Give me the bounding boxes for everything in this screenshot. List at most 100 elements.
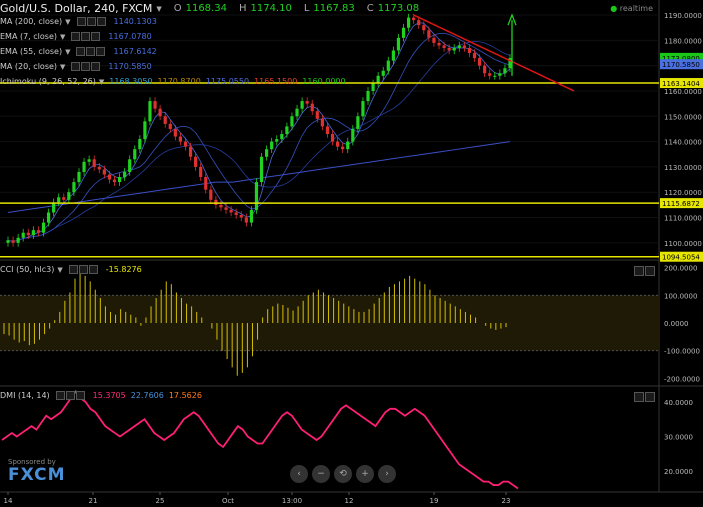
visibility-icon[interactable] xyxy=(71,32,81,41)
cci-y-tick: 0.0000 xyxy=(664,320,689,328)
indicator-buttons xyxy=(68,265,98,274)
indicator-row-ema7[interactable]: EMA (7, close) ▼ 1167.0780 xyxy=(0,32,152,41)
chevron-down-icon[interactable]: ▼ xyxy=(60,33,65,41)
indicator-label: EMA (7, close) xyxy=(0,32,57,41)
candle-body xyxy=(447,47,451,51)
candle-body xyxy=(178,136,183,142)
indicator-value: 1167.0780 xyxy=(108,32,152,41)
settings-icon[interactable] xyxy=(78,265,88,274)
indicator-buttons xyxy=(71,32,101,41)
sponsor-badge[interactable]: Sponsored by FXCM xyxy=(8,458,66,485)
open-value: 1168.34 xyxy=(185,3,227,14)
indicator-label: MA (20, close) xyxy=(0,62,58,71)
dmi-label: DMI (14, 14) xyxy=(0,391,50,400)
cci-y-tick: -200.0000 xyxy=(664,375,700,383)
candle-body xyxy=(117,177,122,183)
reset-icon[interactable]: ⟲ xyxy=(334,465,352,483)
candle-body xyxy=(442,45,446,48)
symbol-title[interactable]: Gold/U.S. Dollar, 240, FXCM xyxy=(0,2,152,15)
indicator-row-ma20[interactable]: MA (20, close) ▼ 1170.5850 xyxy=(0,62,152,71)
close-icon[interactable] xyxy=(88,265,98,274)
price-tag-label: 1170.5850 xyxy=(662,61,700,69)
candle-body xyxy=(138,139,142,150)
realtime-label: realtime xyxy=(619,4,653,13)
candle-body xyxy=(401,27,406,38)
candle-body xyxy=(335,141,340,147)
candle-body xyxy=(417,20,421,26)
candle-body xyxy=(432,37,436,43)
realtime-status: ● realtime xyxy=(610,4,653,13)
candle-body xyxy=(158,108,162,117)
candle-body xyxy=(214,199,218,205)
candle-body xyxy=(194,156,198,167)
close-icon[interactable] xyxy=(91,62,101,71)
chevron-down-icon[interactable]: ▼ xyxy=(99,78,104,86)
zoom-in-icon[interactable]: + xyxy=(356,465,374,483)
settings-icon[interactable] xyxy=(86,17,96,26)
candle-body xyxy=(102,169,106,175)
chevron-down-icon[interactable]: ▼ xyxy=(57,266,62,274)
chevron-right-icon[interactable]: › xyxy=(378,465,396,483)
close-pane-icon[interactable] xyxy=(645,392,655,402)
candle-body xyxy=(148,101,152,122)
dmi-legend[interactable]: DMI (14, 14) 15.3705 22.7606 17.5626 xyxy=(0,391,202,400)
candle-body xyxy=(188,146,193,157)
visibility-icon[interactable] xyxy=(76,47,86,56)
x-tick-label: 13:00 xyxy=(282,497,302,505)
candle-body xyxy=(386,60,390,71)
candle-body xyxy=(16,237,20,243)
cci-value: -15.8276 xyxy=(105,265,142,274)
ichimoku-value-5: 1160.0000 xyxy=(302,77,346,86)
chevron-down-icon[interactable]: ▼ xyxy=(156,5,161,13)
candle-body xyxy=(346,141,350,150)
cci-band xyxy=(0,295,659,351)
candle-body xyxy=(239,214,243,218)
close-icon[interactable] xyxy=(96,47,106,56)
candle-body xyxy=(325,126,330,134)
zoom-out-icon[interactable]: − xyxy=(312,465,330,483)
maximize-pane-icon[interactable] xyxy=(634,392,644,402)
chevron-down-icon[interactable]: ▼ xyxy=(65,48,70,56)
close-icon[interactable] xyxy=(96,17,106,26)
visibility-icon[interactable] xyxy=(68,265,78,274)
candle-body xyxy=(209,189,213,200)
close-icon[interactable] xyxy=(75,391,85,400)
candle-body xyxy=(72,182,76,193)
x-tick-label: 25 xyxy=(156,497,165,505)
chevron-down-icon[interactable]: ▼ xyxy=(65,18,70,26)
y-tick-label: 1110.0000 xyxy=(664,215,702,223)
settings-icon[interactable] xyxy=(65,391,75,400)
candle-body xyxy=(82,161,86,172)
dmi-value-3: 17.5626 xyxy=(168,391,202,400)
candle-body xyxy=(67,192,71,200)
candle-body xyxy=(452,47,456,51)
candle-body xyxy=(11,240,15,243)
candle-body xyxy=(406,17,411,28)
close-icon[interactable] xyxy=(91,32,101,41)
y-tick-label: 1190.0000 xyxy=(664,12,702,20)
cci-legend[interactable]: CCI (50, hlc3) ▼ -15.8276 xyxy=(0,265,142,274)
candle-body xyxy=(123,171,127,178)
dmi-y-tick: 20.0000 xyxy=(664,468,693,476)
cci-y-tick: 200.0000 xyxy=(664,265,697,273)
chevron-left-icon[interactable]: ‹ xyxy=(290,465,308,483)
close-pane-icon[interactable] xyxy=(645,266,655,276)
candle-body xyxy=(265,149,269,157)
visibility-icon[interactable] xyxy=(71,62,81,71)
chevron-down-icon[interactable]: ▼ xyxy=(60,63,65,71)
y-tick-label: 1150.0000 xyxy=(664,113,702,121)
y-tick-label: 1100.0000 xyxy=(664,240,702,248)
settings-icon[interactable] xyxy=(81,32,91,41)
indicator-row-ichimoku[interactable]: Ichimoku (9, 26, 52, 26) ▼ 1168.3050 117… xyxy=(0,77,346,86)
candle-body xyxy=(315,111,319,119)
indicator-row-ma200[interactable]: MA (200, close) ▼ 1140.1303 xyxy=(0,17,157,26)
candle-body xyxy=(112,179,117,183)
settings-icon[interactable] xyxy=(86,47,96,56)
settings-icon[interactable] xyxy=(81,62,91,71)
visibility-icon[interactable] xyxy=(55,391,65,400)
maximize-pane-icon[interactable] xyxy=(634,266,644,276)
candle-body xyxy=(356,116,360,129)
visibility-icon[interactable] xyxy=(76,17,86,26)
adx-line xyxy=(1,389,519,490)
indicator-row-ema55[interactable]: EMA (55, close) ▼ 1167.6142 xyxy=(0,47,157,56)
